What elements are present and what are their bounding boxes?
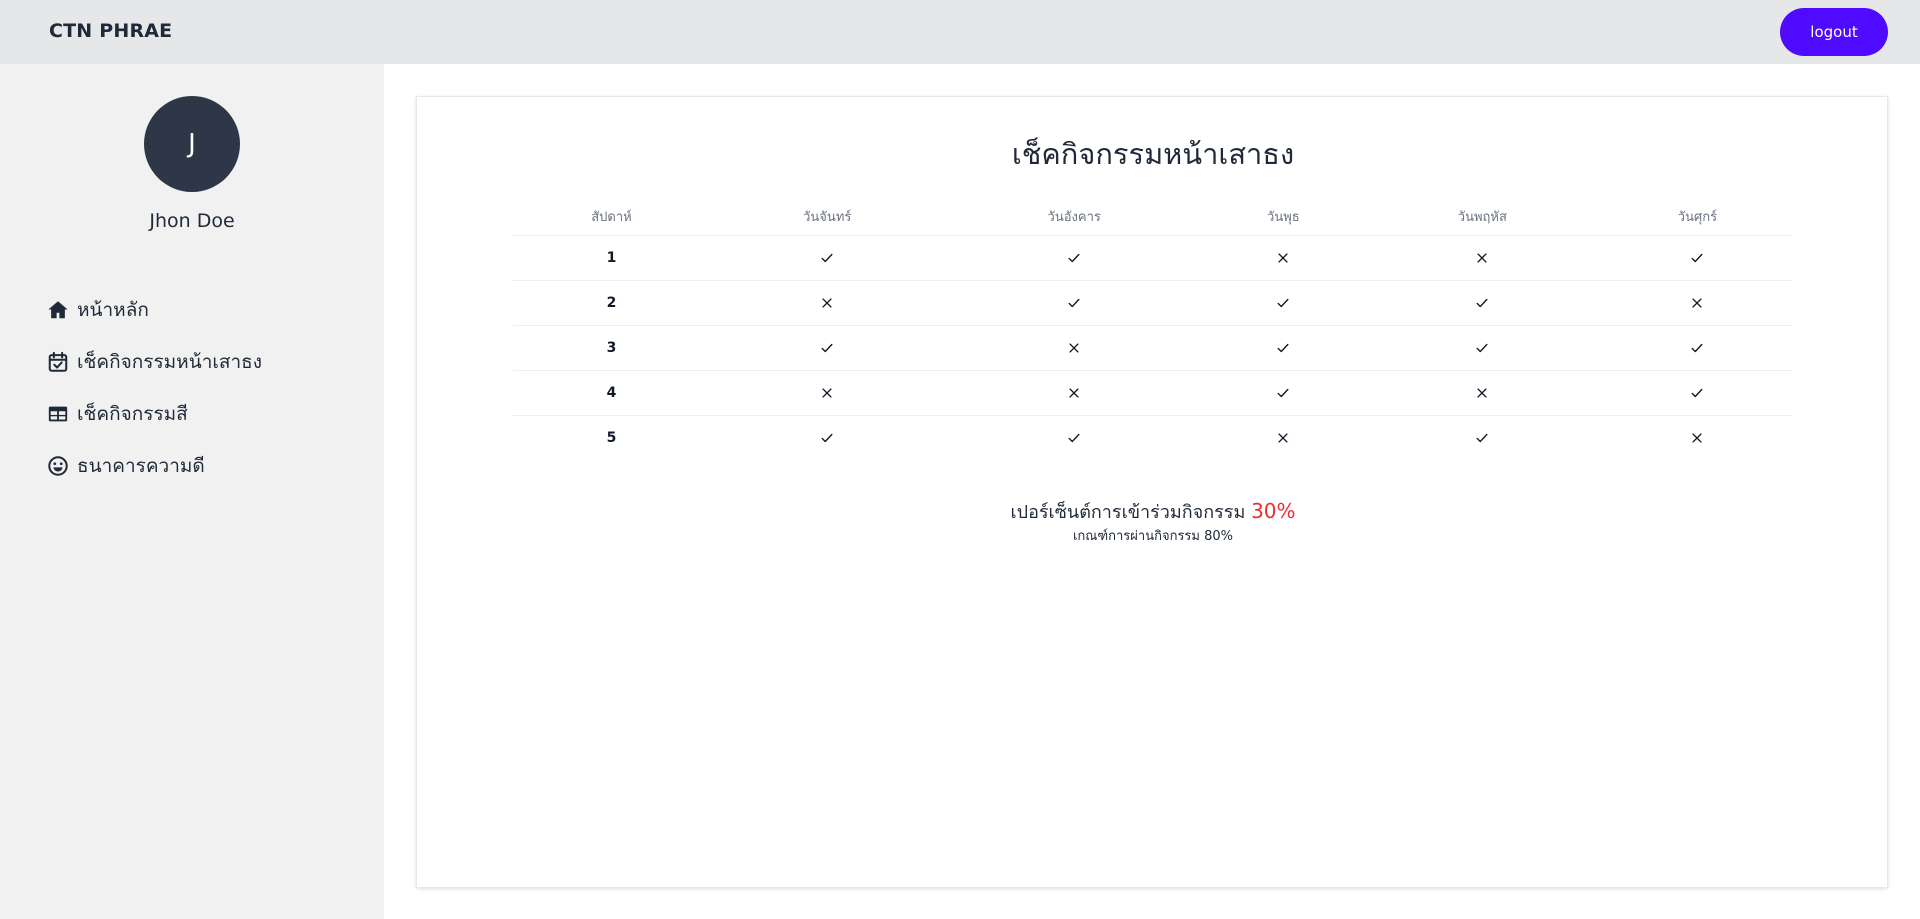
attendance-cell-wednesday bbox=[1204, 415, 1363, 460]
sidebar-item-label: เช็คกิจกรรมสี bbox=[77, 403, 188, 425]
close-icon bbox=[1475, 385, 1489, 401]
attendance-cell-friday bbox=[1601, 280, 1793, 326]
week-number: 2 bbox=[513, 280, 710, 326]
column-header-monday: วันจันทร์ bbox=[709, 199, 945, 236]
top-bar: CTN PHRAE logout bbox=[0, 0, 1920, 64]
home-icon bbox=[47, 299, 69, 321]
check-icon bbox=[820, 250, 834, 266]
column-header-week: สัปดาห์ bbox=[513, 199, 710, 236]
column-header-friday: วันศุกร์ bbox=[1601, 199, 1793, 236]
close-icon bbox=[1276, 430, 1290, 446]
close-icon bbox=[1067, 385, 1081, 401]
attendance-cell-monday bbox=[709, 370, 945, 416]
sidebar-item-goodness-bank[interactable]: ธนาคารความดี bbox=[47, 440, 262, 492]
brand-title: CTN PHRAE bbox=[49, 20, 173, 42]
participation-percent-value: 30% bbox=[1251, 499, 1296, 523]
table-icon bbox=[47, 403, 69, 425]
attendance-cell-tuesday bbox=[945, 415, 1204, 460]
close-icon bbox=[1690, 430, 1704, 446]
attendance-cell-thursday bbox=[1363, 415, 1602, 460]
check-icon bbox=[1276, 385, 1290, 401]
sidebar-item-label: ธนาคารความดี bbox=[77, 455, 205, 477]
attendance-cell-tuesday bbox=[944, 370, 1204, 416]
attendance-cell-thursday bbox=[1362, 235, 1602, 281]
attendance-cell-wednesday bbox=[1203, 235, 1363, 281]
table-row: 4 bbox=[513, 370, 1793, 416]
logout-button[interactable]: logout bbox=[1780, 8, 1888, 56]
attendance-cell-monday bbox=[710, 415, 945, 460]
attendance-table: สัปดาห์ วันจันทร์ วันอังคาร วันพุธ วันพฤ… bbox=[513, 199, 1793, 460]
attendance-cell-friday bbox=[1601, 370, 1793, 416]
participation-percent-label: เปอร์เซ็นต์การเข้าร่วมกิจกรรม bbox=[1010, 502, 1246, 523]
table-row: 5 bbox=[513, 415, 1793, 460]
participation-percent: เปอร์เซ็นต์การเข้าร่วมกิจกรรม 30% bbox=[417, 497, 1889, 526]
check-icon bbox=[1067, 295, 1081, 311]
attendance-table-body: 1234 5 bbox=[513, 235, 1793, 460]
close-icon bbox=[1690, 295, 1704, 311]
close-icon bbox=[1067, 340, 1081, 356]
check-icon bbox=[1690, 385, 1704, 401]
attendance-cell-wednesday bbox=[1203, 370, 1363, 416]
attendance-cell-monday bbox=[709, 280, 945, 326]
check-icon bbox=[1475, 295, 1489, 311]
week-number: 4 bbox=[513, 370, 710, 416]
table-row: 3 bbox=[513, 325, 1793, 371]
user-name: Jhon Doe bbox=[149, 210, 235, 232]
column-header-tuesday: วันอังคาร bbox=[944, 199, 1204, 236]
calendar-check-icon bbox=[47, 351, 69, 373]
attendance-cell-tuesday bbox=[944, 325, 1204, 371]
check-icon bbox=[820, 340, 834, 356]
table-row: 2 bbox=[513, 280, 1793, 326]
column-header-wednesday: วันพุธ bbox=[1203, 199, 1363, 236]
close-icon bbox=[1276, 250, 1290, 266]
attendance-cell-tuesday bbox=[944, 280, 1204, 326]
attendance-cell-tuesday bbox=[944, 235, 1204, 281]
check-icon bbox=[1276, 340, 1290, 356]
sidebar-item-color-activity[interactable]: เช็คกิจกรรมสี bbox=[47, 388, 262, 440]
attendance-cell-monday bbox=[709, 325, 945, 371]
pass-criteria: เกณฑ์การผ่านกิจกรรม 80% bbox=[1072, 529, 1234, 544]
check-icon bbox=[1690, 340, 1704, 356]
sidebar-item-flag-activity[interactable]: เช็คกิจกรรมหน้าเสาธง bbox=[47, 336, 262, 388]
check-icon bbox=[1690, 250, 1704, 266]
week-number: 3 bbox=[513, 325, 710, 371]
sidebar-item-label: เช็คกิจกรรมหน้าเสาธง bbox=[77, 351, 262, 373]
attendance-cell-friday bbox=[1601, 235, 1793, 281]
attendance-cell-friday bbox=[1601, 325, 1793, 371]
attendance-cell-thursday bbox=[1362, 325, 1602, 371]
attendance-cell-friday bbox=[1602, 415, 1793, 460]
check-icon bbox=[1475, 340, 1489, 356]
close-icon bbox=[1475, 250, 1489, 266]
week-number: 1 bbox=[513, 235, 710, 281]
page-title: เช็คกิจกรรมหน้าเสาธง bbox=[1011, 137, 1295, 171]
table-row: 1 bbox=[513, 235, 1793, 281]
attendance-cell-wednesday bbox=[1203, 280, 1363, 326]
attendance-cell-monday bbox=[709, 235, 945, 281]
sidebar-nav: หน้าหลัก เช็คกิจกรรมหน้าเสาธง เช็คกิจกรร… bbox=[47, 284, 262, 492]
week-number: 5 bbox=[606, 429, 617, 446]
check-icon bbox=[1276, 295, 1290, 311]
sidebar: J Jhon Doe หน้าหลัก เช็คกิจกรรมหน้าเสาธง… bbox=[0, 64, 384, 919]
attendance-cell-thursday bbox=[1362, 370, 1602, 416]
check-icon bbox=[820, 430, 834, 446]
check-icon bbox=[1067, 250, 1081, 266]
column-header-thursday: วันพฤหัส bbox=[1362, 199, 1602, 236]
close-icon bbox=[820, 295, 834, 311]
attendance-cell-thursday bbox=[1362, 280, 1602, 326]
attendance-cell-wednesday bbox=[1203, 325, 1363, 371]
check-icon bbox=[1475, 430, 1489, 446]
check-icon bbox=[1067, 430, 1081, 446]
attendance-card: เช็คกิจกรรมหน้าเสาธง สัปดาห์ วันจันทร์ ว… bbox=[416, 96, 1888, 888]
smile-icon bbox=[47, 455, 69, 477]
close-icon bbox=[820, 385, 834, 401]
sidebar-item-home[interactable]: หน้าหลัก bbox=[47, 284, 262, 336]
sidebar-item-label: หน้าหลัก bbox=[77, 299, 149, 321]
table-header-row: สัปดาห์ วันจันทร์ วันอังคาร วันพุธ วันพฤ… bbox=[513, 199, 1793, 236]
avatar: J bbox=[144, 96, 240, 192]
